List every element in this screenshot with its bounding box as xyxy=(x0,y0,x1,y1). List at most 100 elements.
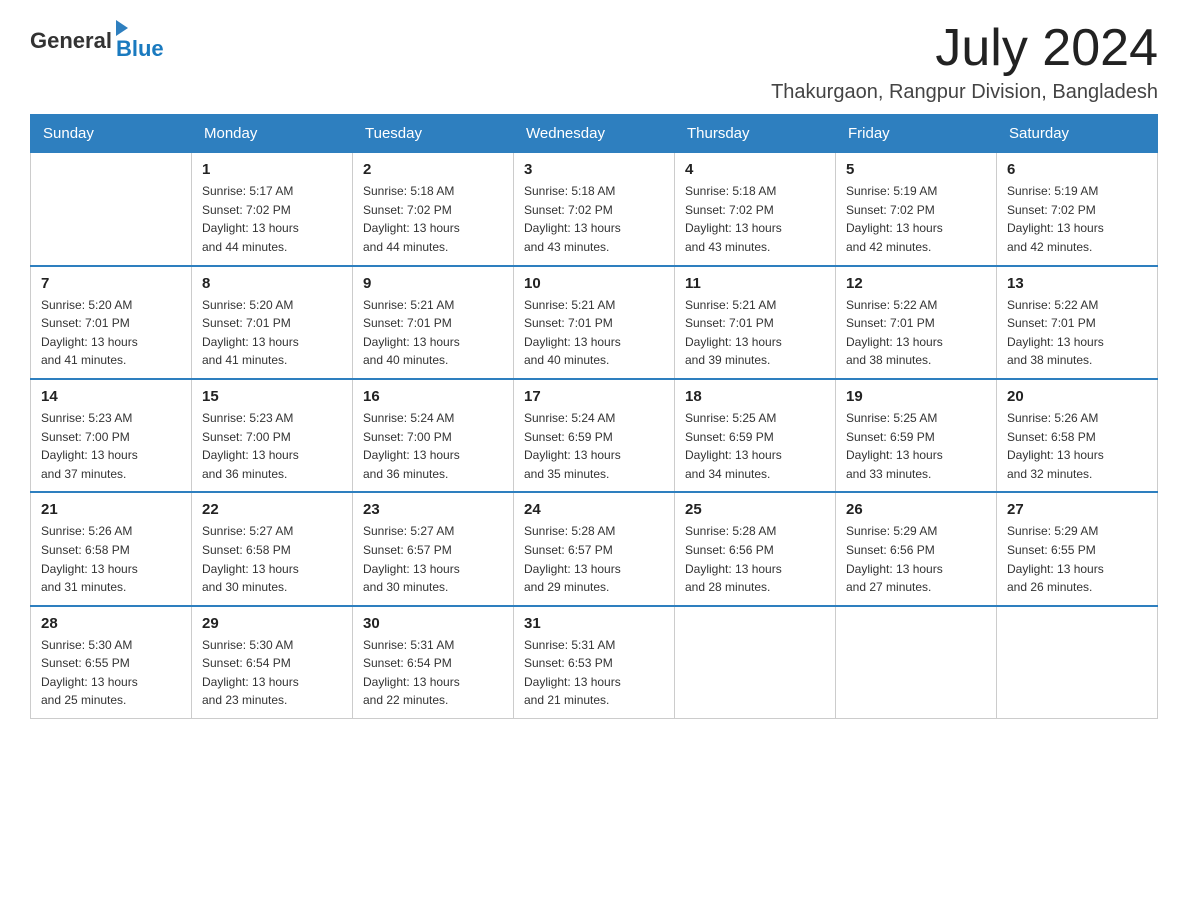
day-info: Sunrise: 5:20 AM Sunset: 7:01 PM Dayligh… xyxy=(41,296,181,370)
table-row xyxy=(675,606,836,719)
table-row xyxy=(31,153,192,266)
table-row xyxy=(836,606,997,719)
title-area: July 2024 Thakurgaon, Rangpur Division, … xyxy=(771,20,1158,104)
day-number: 7 xyxy=(41,275,181,292)
day-number: 2 xyxy=(363,161,503,178)
table-row: 19 Sunrise: 5:25 AM Sunset: 6:59 PM Dayli… xyxy=(836,379,997,492)
calendar-table: Sunday Monday Tuesday Wednesday Thursday… xyxy=(30,114,1158,719)
day-number: 3 xyxy=(524,161,664,178)
table-row: 10 Sunrise: 5:21 AM Sunset: 7:01 PM Dayli… xyxy=(514,266,675,379)
table-row: 6 Sunrise: 5:19 AM Sunset: 7:02 PM Daylig… xyxy=(997,153,1158,266)
day-info: Sunrise: 5:31 AM Sunset: 6:53 PM Dayligh… xyxy=(524,636,664,710)
col-tuesday: Tuesday xyxy=(353,115,514,153)
day-info: Sunrise: 5:20 AM Sunset: 7:01 PM Dayligh… xyxy=(202,296,342,370)
day-number: 23 xyxy=(363,501,503,518)
day-number: 27 xyxy=(1007,501,1147,518)
day-info: Sunrise: 5:26 AM Sunset: 6:58 PM Dayligh… xyxy=(41,522,181,596)
day-number: 16 xyxy=(363,388,503,405)
day-number: 6 xyxy=(1007,161,1147,178)
day-info: Sunrise: 5:29 AM Sunset: 6:55 PM Dayligh… xyxy=(1007,522,1147,596)
table-row: 29Sunrise: 5:30 AM Sunset: 6:54 PM Dayli… xyxy=(192,606,353,719)
table-row: 2 Sunrise: 5:18 AM Sunset: 7:02 PM Daylig… xyxy=(353,153,514,266)
col-friday: Friday xyxy=(836,115,997,153)
calendar-week-row: 28 Sunrise: 5:30 AM Sunset: 6:55 PM Dayli… xyxy=(31,606,1158,719)
day-number: 10 xyxy=(524,275,664,292)
day-number: 1 xyxy=(202,161,342,178)
day-info: Sunrise: 5:23 AM Sunset: 7:00 PM Dayligh… xyxy=(202,409,342,483)
day-number: 5 xyxy=(846,161,986,178)
day-info: Sunrise: 5:21 AM Sunset: 7:01 PM Dayligh… xyxy=(685,296,825,370)
day-info: Sunrise: 5:18 AM Sunset: 7:02 PM Dayligh… xyxy=(524,182,664,256)
day-number: 21 xyxy=(41,501,181,518)
day-info: Sunrise: 5:21 AM Sunset: 7:01 PM Dayligh… xyxy=(524,296,664,370)
table-row: 22Sunrise: 5:27 AM Sunset: 6:58 PM Dayli… xyxy=(192,492,353,605)
day-number: 17 xyxy=(524,388,664,405)
table-row: 18 Sunrise: 5:25 AM Sunset: 6:59 PM Dayli… xyxy=(675,379,836,492)
day-info: Sunrise: 5:28 AM Sunset: 6:56 PM Dayligh… xyxy=(685,522,825,596)
day-info: Sunrise: 5:29 AM Sunset: 6:56 PM Dayligh… xyxy=(846,522,986,596)
table-row: 31Sunrise: 5:31 AM Sunset: 6:53 PM Dayli… xyxy=(514,606,675,719)
day-info: Sunrise: 5:23 AM Sunset: 7:00 PM Dayligh… xyxy=(41,409,181,483)
table-row: 8Sunrise: 5:20 AM Sunset: 7:01 PM Daylig… xyxy=(192,266,353,379)
table-row: 25 Sunrise: 5:28 AM Sunset: 6:56 PM Dayli… xyxy=(675,492,836,605)
col-sunday: Sunday xyxy=(31,115,192,153)
calendar-week-row: 21 Sunrise: 5:26 AM Sunset: 6:58 PM Dayli… xyxy=(31,492,1158,605)
col-wednesday: Wednesday xyxy=(514,115,675,153)
table-row: 16Sunrise: 5:24 AM Sunset: 7:00 PM Dayli… xyxy=(353,379,514,492)
table-row: 28 Sunrise: 5:30 AM Sunset: 6:55 PM Dayli… xyxy=(31,606,192,719)
col-monday: Monday xyxy=(192,115,353,153)
table-row: 23 Sunrise: 5:27 AM Sunset: 6:57 PM Dayli… xyxy=(353,492,514,605)
logo-blue-text: Blue xyxy=(116,36,164,62)
calendar-header-row: Sunday Monday Tuesday Wednesday Thursday… xyxy=(31,115,1158,153)
day-info: Sunrise: 5:25 AM Sunset: 6:59 PM Dayligh… xyxy=(685,409,825,483)
day-info: Sunrise: 5:24 AM Sunset: 6:59 PM Dayligh… xyxy=(524,409,664,483)
day-number: 15 xyxy=(202,388,342,405)
table-row: 4Sunrise: 5:18 AM Sunset: 7:02 PM Daylig… xyxy=(675,153,836,266)
table-row: 7 Sunrise: 5:20 AM Sunset: 7:01 PM Daylig… xyxy=(31,266,192,379)
table-row: 24 Sunrise: 5:28 AM Sunset: 6:57 PM Dayli… xyxy=(514,492,675,605)
day-number: 20 xyxy=(1007,388,1147,405)
day-info: Sunrise: 5:25 AM Sunset: 6:59 PM Dayligh… xyxy=(846,409,986,483)
calendar-week-row: 14Sunrise: 5:23 AM Sunset: 7:00 PM Dayli… xyxy=(31,379,1158,492)
calendar-week-row: 7 Sunrise: 5:20 AM Sunset: 7:01 PM Daylig… xyxy=(31,266,1158,379)
day-info: Sunrise: 5:22 AM Sunset: 7:01 PM Dayligh… xyxy=(846,296,986,370)
table-row: 27 Sunrise: 5:29 AM Sunset: 6:55 PM Dayli… xyxy=(997,492,1158,605)
day-number: 19 xyxy=(846,388,986,405)
day-info: Sunrise: 5:30 AM Sunset: 6:55 PM Dayligh… xyxy=(41,636,181,710)
day-number: 13 xyxy=(1007,275,1147,292)
table-row: 26 Sunrise: 5:29 AM Sunset: 6:56 PM Dayli… xyxy=(836,492,997,605)
day-info: Sunrise: 5:18 AM Sunset: 7:02 PM Dayligh… xyxy=(363,182,503,256)
day-number: 29 xyxy=(202,615,342,632)
table-row: 21 Sunrise: 5:26 AM Sunset: 6:58 PM Dayli… xyxy=(31,492,192,605)
col-thursday: Thursday xyxy=(675,115,836,153)
table-row: 11 Sunrise: 5:21 AM Sunset: 7:01 PM Dayli… xyxy=(675,266,836,379)
day-number: 30 xyxy=(363,615,503,632)
table-row: 3 Sunrise: 5:18 AM Sunset: 7:02 PM Daylig… xyxy=(514,153,675,266)
day-info: Sunrise: 5:22 AM Sunset: 7:01 PM Dayligh… xyxy=(1007,296,1147,370)
col-saturday: Saturday xyxy=(997,115,1158,153)
table-row: 14Sunrise: 5:23 AM Sunset: 7:00 PM Dayli… xyxy=(31,379,192,492)
day-number: 28 xyxy=(41,615,181,632)
day-info: Sunrise: 5:19 AM Sunset: 7:02 PM Dayligh… xyxy=(1007,182,1147,256)
day-info: Sunrise: 5:28 AM Sunset: 6:57 PM Dayligh… xyxy=(524,522,664,596)
logo-general-text: General xyxy=(30,28,112,54)
location-subtitle: Thakurgaon, Rangpur Division, Bangladesh xyxy=(771,81,1158,104)
day-number: 12 xyxy=(846,275,986,292)
day-info: Sunrise: 5:31 AM Sunset: 6:54 PM Dayligh… xyxy=(363,636,503,710)
table-row: 15 Sunrise: 5:23 AM Sunset: 7:00 PM Dayli… xyxy=(192,379,353,492)
day-number: 24 xyxy=(524,501,664,518)
day-info: Sunrise: 5:21 AM Sunset: 7:01 PM Dayligh… xyxy=(363,296,503,370)
month-year-title: July 2024 xyxy=(771,20,1158,77)
table-row: 1Sunrise: 5:17 AM Sunset: 7:02 PM Daylig… xyxy=(192,153,353,266)
table-row xyxy=(997,606,1158,719)
day-number: 4 xyxy=(685,161,825,178)
day-info: Sunrise: 5:27 AM Sunset: 6:58 PM Dayligh… xyxy=(202,522,342,596)
day-info: Sunrise: 5:19 AM Sunset: 7:02 PM Dayligh… xyxy=(846,182,986,256)
day-number: 11 xyxy=(685,275,825,292)
day-number: 18 xyxy=(685,388,825,405)
day-number: 25 xyxy=(685,501,825,518)
day-number: 26 xyxy=(846,501,986,518)
table-row: 5 Sunrise: 5:19 AM Sunset: 7:02 PM Daylig… xyxy=(836,153,997,266)
day-info: Sunrise: 5:27 AM Sunset: 6:57 PM Dayligh… xyxy=(363,522,503,596)
logo: General Blue xyxy=(30,20,164,62)
